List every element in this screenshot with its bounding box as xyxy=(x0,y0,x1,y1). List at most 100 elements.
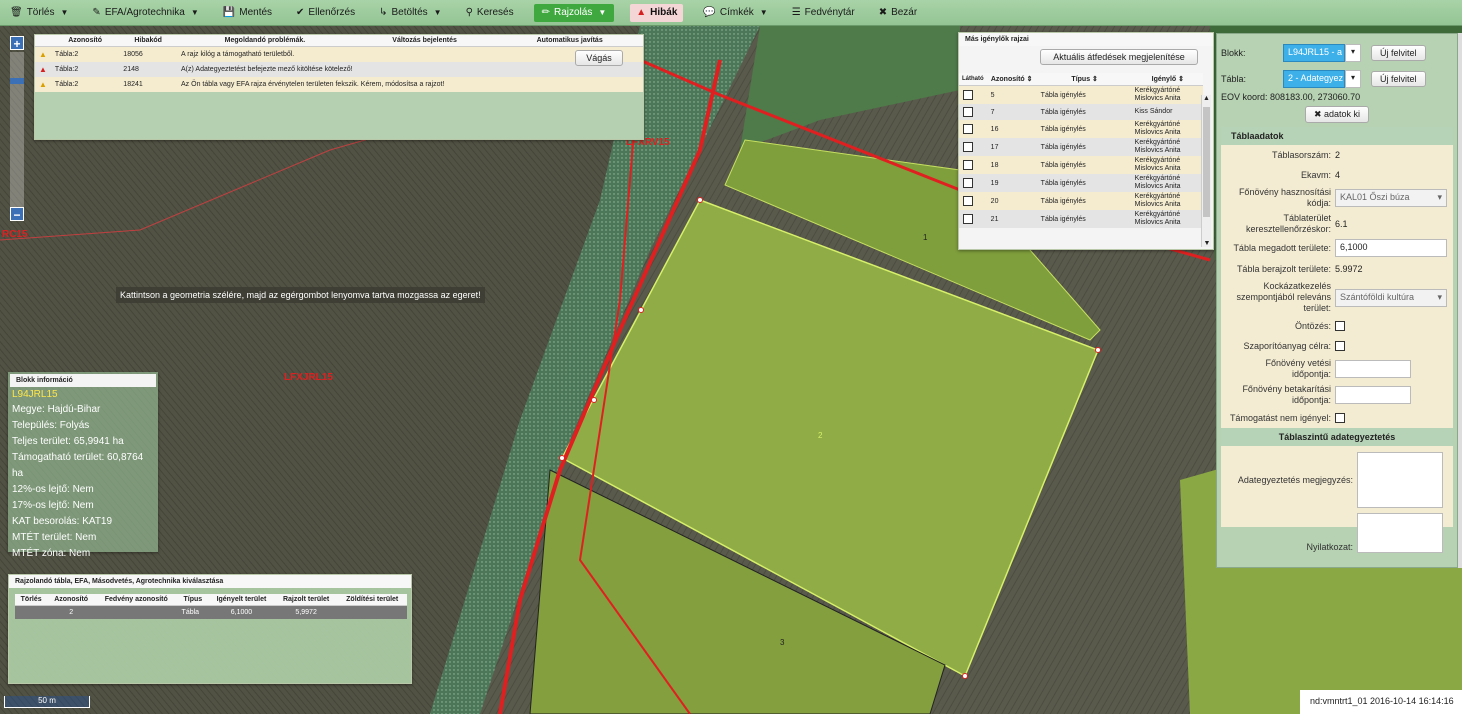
claimant-row[interactable]: 7 Tábla igénylés Kiss Sándor xyxy=(959,104,1203,120)
draw-col-header[interactable]: Rajzolt terület xyxy=(274,594,338,606)
block-label-rc15: RC15 xyxy=(2,229,28,240)
visible-checkbox[interactable] xyxy=(959,86,987,105)
blokk-label: Blokk: xyxy=(1221,48,1246,58)
chevron-down-icon: ▼ xyxy=(759,8,768,17)
col-type[interactable]: Típus ⇕ xyxy=(1036,73,1133,86)
draw-col-header[interactable]: Igényelt terület xyxy=(208,594,275,606)
blokk-new-button[interactable]: Új felvitel xyxy=(1371,45,1426,61)
field-input[interactable] xyxy=(1335,360,1411,378)
note-label: Adategyeztetés megjegyzés: xyxy=(1237,474,1353,485)
toolbar-comment-button[interactable]: 💬 Címkék ▼ xyxy=(699,4,771,22)
claimant-row[interactable]: 20 Tábla igénylés Kerékgyártóné Mislovics … xyxy=(959,192,1203,210)
toolbar-search-button[interactable]: ⚲ Keresés xyxy=(462,4,518,22)
claimant-row[interactable]: 5 Tábla igénylés Kerékgyártóné Mislovics A… xyxy=(959,85,1203,105)
declaration-textarea[interactable] xyxy=(1357,512,1443,553)
field-select[interactable]: Szántóföldi kultúra ▾ xyxy=(1335,288,1447,307)
draw-col-header[interactable]: Azonosító xyxy=(47,594,95,606)
zoom-slider[interactable] xyxy=(10,52,24,208)
scroll-thumb[interactable] xyxy=(1203,107,1210,217)
zoom-in-button[interactable]: + xyxy=(10,36,24,51)
scroll-up-icon[interactable]: ▲ xyxy=(1202,95,1211,102)
field-checkbox[interactable] xyxy=(1335,321,1345,331)
other-claimants-scrollbar[interactable]: ▲ ▼ xyxy=(1201,95,1211,247)
tabla-label: Tábla: xyxy=(1221,74,1247,84)
visible-checkbox[interactable] xyxy=(959,120,987,138)
field-checkbox[interactable] xyxy=(1335,341,1345,351)
error-col-header[interactable]: Változás bejelentés xyxy=(352,35,497,47)
field-label: Táblasorszám: xyxy=(1271,149,1331,160)
error-row[interactable]: ▲ Tábla:2 18056 A rajz kilóg a támogatható … xyxy=(35,46,643,62)
field-label: Kockázatkezelés szempontjából releváns t… xyxy=(1236,281,1331,313)
zoom-out-button[interactable]: − xyxy=(10,207,24,222)
draw-selection-row[interactable]: 2 Tábla 6,1000 5,9972 xyxy=(15,605,407,619)
zoom-slider-handle[interactable] xyxy=(10,78,24,84)
error-col-header[interactable]: Automatikus javítás xyxy=(496,35,643,47)
data-off-button[interactable]: ✖ adatok ki xyxy=(1304,106,1370,123)
tabla-select[interactable]: 2 - Adategyez xyxy=(1283,70,1345,88)
draw-col-header[interactable]: Törlés xyxy=(15,594,48,606)
toolbar-label: Fedvénytár xyxy=(804,7,855,18)
claimant-owner: Kerékgyártóné Mislovics Anita xyxy=(1132,210,1203,228)
toolbar-close-button[interactable]: ✖ Bezár xyxy=(875,4,922,22)
tabla-dropdown-caret[interactable]: ▾ xyxy=(1345,70,1361,88)
auto-fix-cut-button[interactable]: Vágás xyxy=(575,50,623,66)
scroll-down-icon[interactable]: ▼ xyxy=(1202,240,1212,247)
claimant-owner: Kerékgyártóné Mislovics Anita xyxy=(1134,193,1181,208)
col-visible[interactable]: Látható xyxy=(959,73,987,86)
visible-checkbox[interactable] xyxy=(959,192,987,210)
chevron-down-icon: ▼ xyxy=(60,8,69,17)
claimant-id: 18 xyxy=(990,161,999,169)
row-requested-area: 6,1000 xyxy=(208,605,275,619)
error-row[interactable]: ▲ Tábla:2 18241 Az Ön tábla vagy EFA rajza … xyxy=(35,77,643,92)
claimant-row[interactable]: 21 Tábla igénylés Kerékgyártóné Mislovics … xyxy=(959,210,1203,228)
field-input[interactable] xyxy=(1335,386,1411,404)
comment-icon: 💬 xyxy=(703,7,716,18)
toolbar-save-button[interactable]: 💾 Mentés xyxy=(219,4,276,22)
toolbar-warning-button[interactable]: ▲ Hibák xyxy=(630,3,684,22)
error-col-header[interactable]: Hibakód xyxy=(119,35,178,47)
block-info-title: Blokk információ xyxy=(10,374,156,387)
row-drawn-area: 5,9972 xyxy=(274,605,338,619)
blokk-select[interactable]: L94JRL15 - a xyxy=(1283,44,1345,62)
pencil-icon: ✎ xyxy=(92,7,101,18)
claimant-row[interactable]: 16 Tábla igénylés Kerékgyártóné Mislovics … xyxy=(959,120,1203,138)
block-info-line: Teljes terület: 65,9941 ha xyxy=(12,436,124,447)
blokk-dropdown-caret[interactable]: ▾ xyxy=(1345,44,1361,62)
claimant-row[interactable]: 18 Tábla igénylés Kerékgyártóné Mislovics … xyxy=(959,156,1203,174)
col-id[interactable]: Azonosító ⇕ xyxy=(986,73,1037,86)
visible-checkbox[interactable] xyxy=(959,156,987,174)
status-stamp: nd:vmntrt1_01 2016-10-14 16:14:16 xyxy=(1300,690,1462,714)
note-textarea[interactable] xyxy=(1357,452,1443,508)
declaration-label: Nyilatkozat: xyxy=(1306,542,1353,552)
toolbar-trash-button[interactable]: 🗑 Törlés ▼ xyxy=(6,4,72,22)
claimant-row[interactable]: 17 Tábla igénylés Kerékgyártóné Mislovics … xyxy=(959,138,1203,156)
claimant-row[interactable]: 19 Tábla igénylés Kerékgyártóné Mislovics … xyxy=(959,174,1203,192)
draw-col-header[interactable]: Típus xyxy=(177,594,209,606)
tabla-new-button[interactable]: Új felvitel xyxy=(1371,71,1426,87)
field-select[interactable]: KAL01 Őszi búza ▾ xyxy=(1335,189,1447,207)
warning-icon: ▲ xyxy=(35,77,51,92)
toolbar-label: Keresés xyxy=(476,7,514,18)
row-delete[interactable] xyxy=(15,605,48,619)
visible-checkbox[interactable] xyxy=(959,104,987,120)
toolbar-pencil-button[interactable]: ✎ EFA/Agrotechnika ▼ xyxy=(88,4,202,22)
toolbar-load-button[interactable]: ↳ Betöltés ▼ xyxy=(375,4,445,22)
field-checkbox[interactable] xyxy=(1335,413,1345,423)
error-col-header[interactable]: Azonosító xyxy=(50,35,120,47)
toolbar-check-button[interactable]: ✔ Ellenőrzés xyxy=(292,4,359,22)
field-input[interactable]: 6,1000 xyxy=(1335,239,1447,257)
visible-checkbox[interactable] xyxy=(959,138,987,156)
error-row[interactable]: ▲ Tábla:2 2148 A(z) Adategyeztetést befejez… xyxy=(35,62,643,77)
claimant-id: 16 xyxy=(990,125,999,133)
show-overlaps-button[interactable]: Aktuális átfedések megjelenítése xyxy=(1040,49,1198,65)
error-col-header[interactable]: Megoldandó problémák. xyxy=(177,35,353,47)
col-owner[interactable]: Igénylő ⇕ xyxy=(1132,73,1203,86)
visible-checkbox[interactable] xyxy=(959,174,987,192)
side-panel-scrollbar[interactable] xyxy=(1458,33,1462,568)
draw-col-header[interactable]: Fedvény azonosító xyxy=(94,594,178,606)
draw-col-header[interactable]: Zöldítési terület xyxy=(337,594,407,606)
toolbar-draw-pencil-button[interactable]: ✏ Rajzolás ▼ xyxy=(533,3,615,22)
toolbar-list-button[interactable]: ☰ Fedvénytár xyxy=(788,4,859,22)
visible-checkbox[interactable] xyxy=(959,210,987,228)
eov-label: EOV koord: xyxy=(1221,92,1268,102)
